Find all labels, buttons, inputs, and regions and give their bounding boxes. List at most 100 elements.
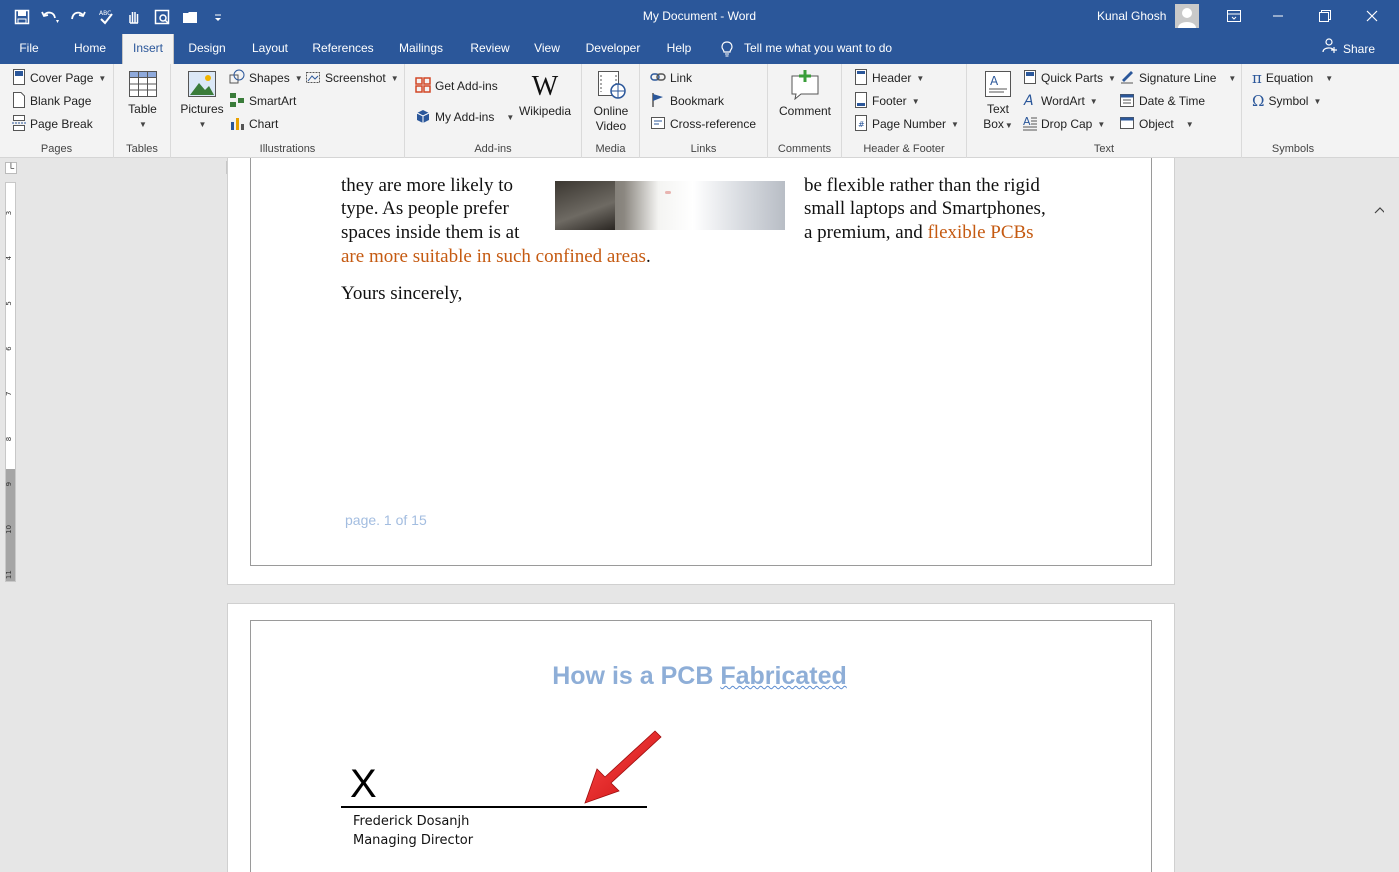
cover-page-icon xyxy=(12,68,26,88)
smartart-icon xyxy=(229,92,245,111)
online-video-button[interactable]: Online Video xyxy=(582,70,640,134)
table-button[interactable]: Table ▼ xyxy=(114,70,171,132)
chevron-down-icon: ▼ xyxy=(390,73,399,83)
get-addins-button[interactable]: Get Add-ins xyxy=(415,76,498,96)
ribbon-display-options-icon[interactable] xyxy=(1212,2,1256,30)
svg-text:#: # xyxy=(858,120,865,129)
tab-review[interactable]: Review xyxy=(463,34,517,64)
vertical-scrollbar[interactable] xyxy=(1384,158,1399,872)
page-2[interactable] xyxy=(227,603,1175,872)
screenshot-button[interactable]: Screenshot ▼ xyxy=(305,68,399,88)
chart-button[interactable]: Chart xyxy=(229,114,278,134)
tab-home[interactable]: Home xyxy=(64,34,116,64)
group-text: A Text Box▼ Quick Parts ▼ A WordArt ▼ A Dr… xyxy=(967,64,1242,158)
footer-label: Footer xyxy=(872,94,907,108)
smartart-button[interactable]: SmartArt xyxy=(229,91,296,111)
wikipedia-label: Wikipedia xyxy=(518,104,572,118)
page-number-button[interactable]: # Page Number ▼ xyxy=(854,114,959,134)
pictures-button[interactable]: Pictures ▼ xyxy=(175,70,229,132)
tab-layout[interactable]: Layout xyxy=(243,34,297,64)
chevron-down-icon: ▼ xyxy=(1089,96,1098,106)
chevron-down-icon: ▼ xyxy=(294,73,303,83)
page-footer[interactable]: page. 1 of 15 xyxy=(345,512,427,528)
group-addins: Get Add-ins My Add-ins ▼ W Wikipedia Add-… xyxy=(405,64,582,158)
svg-text:A: A xyxy=(1023,115,1031,128)
col3-line-3[interactable]: a premium, and flexible PCBs xyxy=(804,221,1034,245)
link-button[interactable]: Link xyxy=(650,68,692,88)
equation-button[interactable]: π Equation ▼ xyxy=(1252,68,1333,88)
cover-page-button[interactable]: Cover Page ▼ xyxy=(12,68,106,88)
minimize-icon[interactable] xyxy=(1256,2,1300,30)
blank-page-button[interactable]: Blank Page xyxy=(12,91,91,111)
drop-cap-button[interactable]: A Drop Cap ▼ xyxy=(1023,114,1105,134)
share-button[interactable]: Share xyxy=(1322,34,1375,64)
page-break-label: Page Break xyxy=(30,117,93,131)
col3-line-2[interactable]: small laptops and Smartphones, xyxy=(804,197,1046,221)
col3-line-3-text: a premium, and xyxy=(804,222,928,243)
page-break-button[interactable]: Page Break xyxy=(12,114,93,134)
bookmark-icon xyxy=(650,92,666,111)
header-button[interactable]: Header ▼ xyxy=(854,68,924,88)
col3-line-1[interactable]: be flexible rather than the rigid xyxy=(804,174,1040,198)
close-icon[interactable] xyxy=(1350,2,1394,30)
shapes-button[interactable]: Shapes ▼ xyxy=(229,68,303,88)
chevron-down-icon: ▼ xyxy=(1325,73,1334,83)
screenshot-label: Screenshot xyxy=(325,71,386,85)
vertical-ruler[interactable]: 3456789101112 xyxy=(5,182,16,582)
signer-name[interactable]: Frederick Dosanjh xyxy=(353,814,469,829)
ribbon-tab-bar: File Home Insert Design Layout Reference… xyxy=(0,34,1399,64)
group-illustrations: Pictures ▼ Shapes ▼ SmartArt Chart Screen… xyxy=(171,64,405,158)
cross-reference-label: Cross-reference xyxy=(670,117,757,131)
col1-line-3[interactable]: spaces inside them is at xyxy=(341,221,519,245)
online-video-label-2: Video xyxy=(595,119,627,133)
restore-icon[interactable] xyxy=(1303,2,1347,30)
page-2-heading[interactable]: How is a PCB Fabricated xyxy=(0,662,1399,691)
col1-line-2[interactable]: type. As people prefer xyxy=(341,197,509,221)
user-avatar[interactable] xyxy=(1175,4,1199,28)
tab-developer[interactable]: Developer xyxy=(580,34,646,64)
wordart-button[interactable]: A WordArt ▼ xyxy=(1023,91,1098,111)
share-label: Share xyxy=(1343,41,1376,56)
cross-reference-button[interactable]: Cross-reference xyxy=(650,114,756,134)
bookmark-button[interactable]: Bookmark xyxy=(650,91,724,111)
tab-mailings[interactable]: Mailings xyxy=(391,34,451,64)
text-box-button[interactable]: A Text Box▼ xyxy=(975,70,1021,133)
tab-help[interactable]: Help xyxy=(658,34,700,64)
tab-file[interactable]: File xyxy=(8,34,50,64)
get-addins-label: Get Add-ins xyxy=(435,79,498,93)
cat-image[interactable] xyxy=(555,181,785,230)
chevron-down-icon: ▼ xyxy=(1185,119,1194,129)
col1-line-1[interactable]: they are more likely to xyxy=(341,174,513,198)
signature-line-button[interactable]: Signature Line ▼ xyxy=(1119,68,1236,88)
object-button[interactable]: Object ▼ xyxy=(1119,114,1194,134)
pictures-label: Pictures xyxy=(180,102,224,116)
footer-button[interactable]: Footer ▼ xyxy=(854,91,920,111)
tab-view[interactable]: View xyxy=(525,34,569,64)
tell-me-search[interactable]: Tell me what you want to do xyxy=(720,34,892,64)
group-links: Link Bookmark Cross-reference Links xyxy=(640,64,768,158)
chevron-down-icon: ▼ xyxy=(911,96,920,106)
my-addins-button[interactable]: My Add-ins ▼ xyxy=(415,107,514,127)
symbol-button[interactable]: Ω Symbol ▼ xyxy=(1252,91,1321,111)
store-icon xyxy=(415,76,431,96)
page-number-label: Page Number xyxy=(872,117,947,131)
user-name[interactable]: Kunal Ghosh xyxy=(1097,9,1166,23)
tab-references[interactable]: References xyxy=(305,34,381,64)
my-addins-label: My Add-ins xyxy=(435,110,495,124)
date-time-label: Date & Time xyxy=(1139,94,1206,108)
wikipedia-button[interactable]: W Wikipedia xyxy=(513,72,577,119)
group-label-links: Links xyxy=(690,143,717,155)
tab-selector[interactable]: └ xyxy=(5,162,17,174)
quick-parts-button[interactable]: Quick Parts ▼ xyxy=(1023,68,1116,88)
vertical-ruler-label: 8 xyxy=(6,437,13,441)
closing-text[interactable]: Yours sincerely, xyxy=(341,282,462,306)
title-bar: ▾ ABC My Document - Word Kunal Ghosh xyxy=(0,0,1399,34)
date-time-button[interactable]: Date & Time xyxy=(1119,91,1205,111)
signer-title[interactable]: Managing Director xyxy=(353,833,473,848)
comment-button[interactable]: Comment xyxy=(768,70,842,119)
signature-x-mark[interactable]: X xyxy=(350,762,377,807)
chevron-down-icon: ▼ xyxy=(951,119,959,129)
tab-design[interactable]: Design xyxy=(180,34,234,64)
paragraph-end-line[interactable]: are more suitable in such confined areas… xyxy=(341,245,651,269)
tab-insert[interactable]: Insert xyxy=(122,34,174,64)
